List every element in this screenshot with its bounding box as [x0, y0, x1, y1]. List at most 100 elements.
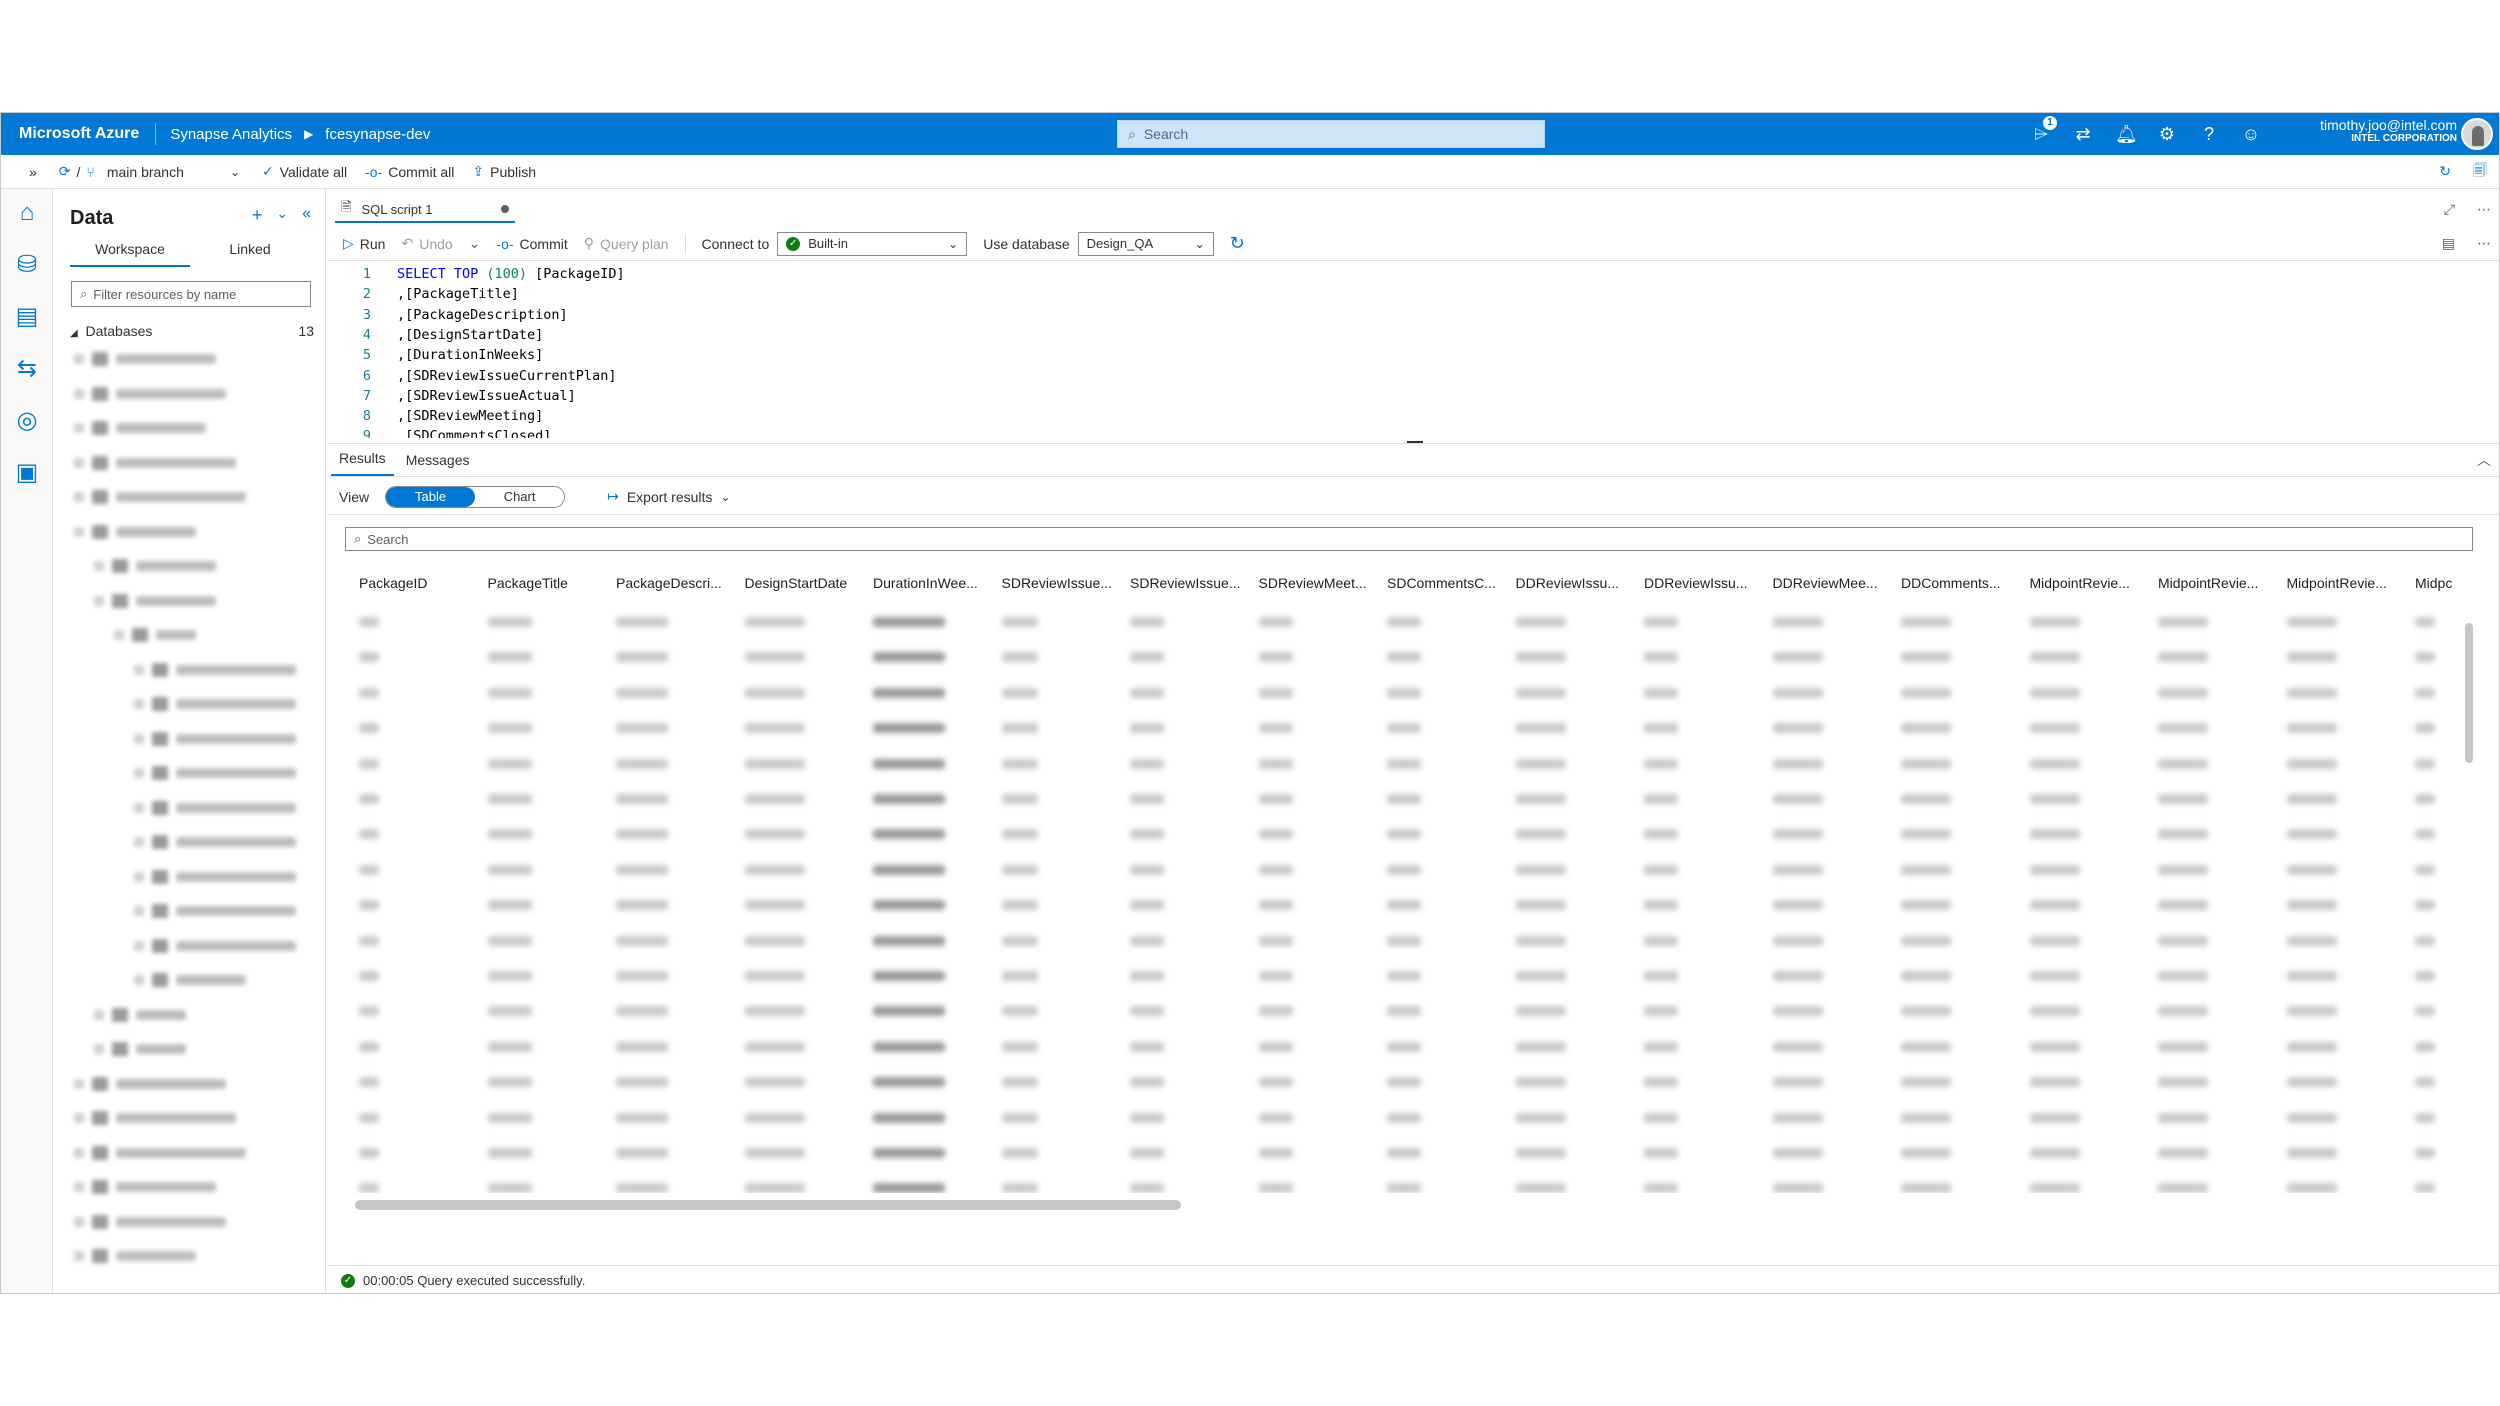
feedback-icon[interactable]: ☺: [2241, 124, 2261, 145]
column-header[interactable]: SDReviewMeet...: [1259, 575, 1374, 591]
column-header[interactable]: SDReviewIssue...: [1130, 575, 1245, 591]
commit-all-button[interactable]: -o- Commit all: [365, 164, 454, 180]
column-header[interactable]: DDReviewMee...: [1773, 575, 1888, 591]
global-search-input[interactable]: ⌕ Search: [1117, 120, 1545, 148]
collapse-icon[interactable]: ︿: [2477, 450, 2491, 470]
tree-item[interactable]: [74, 489, 246, 505]
expand-rail-icon[interactable]: »: [29, 164, 37, 180]
more-icon[interactable]: ⋯: [2477, 235, 2491, 252]
tree-item[interactable]: [94, 593, 216, 609]
tree-item[interactable]: [74, 420, 206, 436]
column-header[interactable]: PackageDescri...: [616, 575, 731, 591]
collapse-all-icon[interactable]: ⌄: [276, 205, 288, 226]
refresh-icon[interactable]: ↻: [2439, 163, 2451, 180]
column-header[interactable]: PackageID: [359, 575, 474, 591]
avatar[interactable]: [2461, 118, 2493, 150]
tab-workspace[interactable]: Workspace: [70, 241, 190, 267]
column-header[interactable]: DDComments...: [1901, 575, 2016, 591]
tree-item[interactable]: [134, 662, 296, 678]
tree-item[interactable]: [74, 1076, 226, 1092]
query-plan-button[interactable]: ⚲ Query plan: [584, 235, 669, 252]
tree-item[interactable]: [134, 903, 296, 919]
breadcrumb-workspace[interactable]: fcesynapse-dev: [325, 126, 430, 143]
tree-item[interactable]: [74, 1110, 236, 1126]
breadcrumb-service[interactable]: Synapse Analytics: [170, 126, 292, 143]
tab-messages[interactable]: Messages: [398, 452, 478, 476]
notifications-feed-icon[interactable]: ⌲ 1: [2031, 115, 2057, 145]
column-header[interactable]: MidpointRevie...: [2158, 575, 2273, 591]
help-icon[interactable]: ?: [2199, 124, 2219, 145]
gear-icon[interactable]: ⚙: [2157, 124, 2177, 145]
tree-item[interactable]: [74, 1145, 246, 1161]
column-header[interactable]: DurationInWee...: [873, 575, 988, 591]
tree-item[interactable]: [134, 731, 296, 747]
use-database-select[interactable]: Design_QA ⌄: [1077, 231, 1214, 256]
tree-item[interactable]: [134, 869, 296, 885]
column-header[interactable]: PackageTitle: [488, 575, 603, 591]
account-menu[interactable]: timothy.joo@intel.com INTEL CORPORATION: [2320, 117, 2457, 144]
data-icon[interactable]: ⛁: [13, 251, 41, 279]
tree-item[interactable]: [94, 558, 216, 574]
column-header[interactable]: MidpointRevie...: [2030, 575, 2145, 591]
validate-all-button[interactable]: ✓ Validate all: [262, 163, 347, 180]
tree-item[interactable]: [74, 1214, 226, 1230]
view-toggle[interactable]: Table Chart: [385, 485, 566, 508]
column-header[interactable]: SDCommentsC...: [1387, 575, 1502, 591]
azure-brand[interactable]: Microsoft Azure: [1, 123, 157, 145]
tree-item[interactable]: [74, 386, 226, 402]
bell-icon[interactable]: 🔔︎: [2115, 124, 2138, 145]
view-chart-option[interactable]: Chart: [475, 489, 564, 504]
export-results-button[interactable]: ↦ Export results ⌄: [607, 488, 730, 505]
tree-item[interactable]: [134, 696, 296, 712]
undo-dropdown-icon[interactable]: ⌄: [469, 235, 481, 252]
tree-item[interactable]: [134, 972, 246, 988]
commit-button[interactable]: -o- Commit: [496, 236, 567, 252]
run-button[interactable]: ▷ Run: [343, 235, 385, 252]
home-icon[interactable]: ⌂: [13, 199, 41, 227]
tree-item[interactable]: [94, 1007, 186, 1023]
refresh-icon[interactable]: ↻: [1230, 233, 1245, 254]
vertical-scrollbar[interactable]: [2463, 561, 2475, 1189]
directory-switch-icon[interactable]: ⇄: [2073, 124, 2093, 145]
column-header[interactable]: DDReviewIssu...: [1644, 575, 1759, 591]
results-search-input[interactable]: ⌕ Search: [345, 527, 2473, 551]
maximize-icon[interactable]: ⤢: [2444, 201, 2455, 218]
tree-item[interactable]: [134, 765, 296, 781]
tree-item[interactable]: [134, 800, 296, 816]
manage-icon[interactable]: ▣: [13, 459, 41, 487]
column-header[interactable]: MidpointRevie...: [2287, 575, 2402, 591]
horizontal-scroll-thumb[interactable]: [355, 1200, 1181, 1210]
undo-button[interactable]: ↶ Undo: [401, 235, 452, 252]
integrate-icon[interactable]: ⇆: [13, 355, 41, 383]
vertical-scroll-thumb[interactable]: [2465, 623, 2473, 763]
databases-node[interactable]: ◢ Databases 13: [70, 323, 314, 339]
tree-item[interactable]: [74, 1179, 216, 1195]
tree-item[interactable]: [134, 834, 296, 850]
monitor-icon[interactable]: ◎: [13, 407, 41, 435]
connect-to-select[interactable]: ✓ Built-in ⌄: [777, 231, 968, 256]
tree-item[interactable]: [74, 351, 216, 367]
tree-item[interactable]: [134, 938, 296, 954]
discard-icon[interactable]: 🗐: [2473, 160, 2487, 184]
tab-sql-script[interactable]: 🗎 SQL script 1: [335, 197, 515, 223]
column-header[interactable]: DesignStartDate: [745, 575, 860, 591]
more-icon[interactable]: ⋯: [2477, 201, 2491, 218]
develop-icon[interactable]: ▤: [13, 303, 41, 331]
sql-code-editor[interactable]: 1 SELECT TOP (100) [PackageID] 2 ,[PackageT…: [327, 262, 2499, 438]
tree-item[interactable]: [74, 524, 196, 540]
tree-item[interactable]: [74, 1248, 196, 1264]
hide-panel-icon[interactable]: «: [302, 205, 311, 226]
tab-results[interactable]: Results: [331, 450, 394, 476]
tree-item[interactable]: [74, 455, 236, 471]
view-table-option[interactable]: Table: [386, 486, 476, 507]
column-header[interactable]: DDReviewIssu...: [1516, 575, 1631, 591]
column-header[interactable]: SDReviewIssue...: [1002, 575, 1117, 591]
tree-item[interactable]: [114, 627, 196, 643]
publish-button[interactable]: ⇪ Publish: [472, 163, 536, 180]
properties-icon[interactable]: ▤: [2442, 235, 2455, 252]
horizontal-scrollbar[interactable]: [345, 1197, 2471, 1211]
tree-item[interactable]: [94, 1041, 186, 1057]
filter-resources-input[interactable]: ⌕ Filter resources by name: [71, 281, 311, 307]
tab-linked[interactable]: Linked: [190, 241, 310, 267]
add-icon[interactable]: +: [252, 205, 263, 226]
